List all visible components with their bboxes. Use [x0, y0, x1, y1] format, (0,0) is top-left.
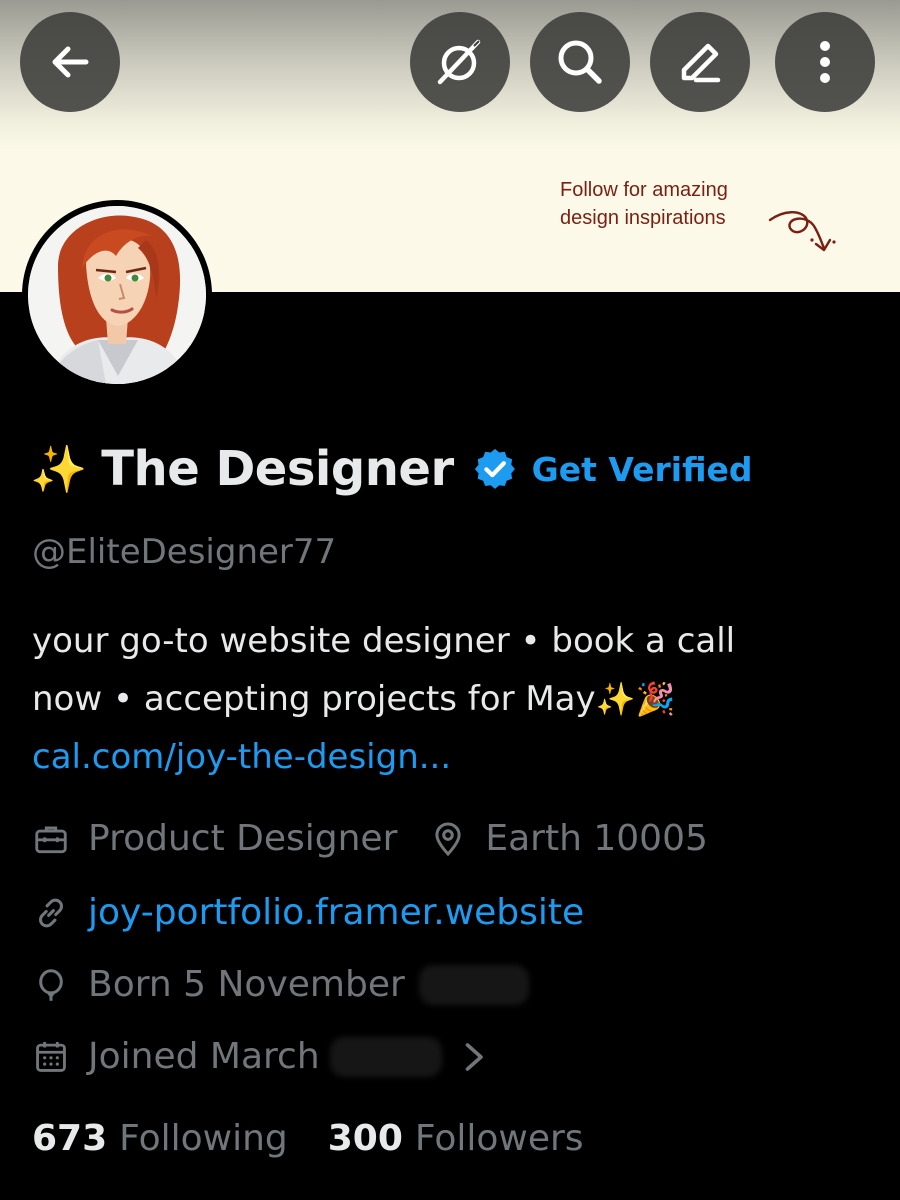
avatar-image: [28, 206, 206, 384]
followers-stat[interactable]: 300 Followers: [328, 1118, 584, 1159]
following-label: Following: [119, 1118, 288, 1159]
profile-page: Follow for amazing design inspirations ✨…: [0, 0, 900, 1200]
birthday-row: Born 5 November: [32, 964, 529, 1005]
search-icon: [558, 40, 602, 84]
birthday-text: Born 5 November: [88, 964, 405, 1005]
bio-line-1: your go-to website designer • book a cal…: [32, 621, 736, 661]
sparkles-emoji: ✨: [30, 442, 88, 496]
banner-note: Follow for amazing design inspirations: [560, 176, 728, 232]
website-row: joy-portfolio.framer.website: [32, 892, 584, 933]
location-pin-icon: [435, 821, 461, 856]
following-stat[interactable]: 673 Following: [32, 1118, 288, 1159]
bio-line-2: now • accepting projects for May✨🎉: [32, 670, 882, 728]
briefcase-icon: [35, 825, 67, 853]
avatar[interactable]: [22, 200, 212, 390]
location-text: Earth 10005: [485, 818, 708, 859]
redacted-join-year: [329, 1036, 442, 1077]
get-verified-link[interactable]: Get Verified: [532, 450, 753, 489]
calendar-icon: [36, 1041, 66, 1072]
balloon-icon: [39, 968, 63, 1001]
banner-note-line-1: Follow for amazing: [560, 179, 728, 201]
grok-button[interactable]: [410, 12, 510, 112]
joined-text: Joined March: [88, 1036, 320, 1077]
followers-count: 300: [327, 1118, 403, 1159]
following-count: 673: [32, 1118, 108, 1159]
back-button[interactable]: [20, 12, 120, 112]
display-name: The Designer: [101, 441, 454, 497]
bio-emojis: ✨🎉: [595, 680, 676, 718]
website-link[interactable]: joy-portfolio.framer.website: [88, 892, 584, 933]
follow-stats: 673 Following 300 Followers: [32, 1118, 584, 1159]
banner-note-line-2: design inspirations: [560, 207, 726, 229]
more-options-button[interactable]: [775, 12, 875, 112]
followers-label: Followers: [414, 1118, 584, 1159]
link-icon: [39, 898, 63, 927]
chevron-right-icon: [465, 1042, 483, 1071]
profile-handle: @EliteDesigner77: [32, 532, 337, 572]
redacted-birth-year: [418, 964, 529, 1005]
search-button[interactable]: [530, 12, 630, 112]
profession-location-row: Product Designer Earth 10005: [32, 818, 708, 859]
verified-badge-icon[interactable]: [472, 446, 518, 492]
arrow-left-icon: [52, 46, 89, 78]
grok-icon: [437, 39, 481, 85]
curly-arrow-icon: [768, 211, 836, 252]
profile-bio: your go-to website designer • book a cal…: [32, 612, 882, 786]
edit-button[interactable]: [650, 12, 750, 112]
bio-line-2-text: now • accepting projects for May: [32, 679, 596, 719]
bio-link[interactable]: cal.com/joy-the-design...: [32, 728, 882, 786]
profession-text: Product Designer: [88, 818, 398, 859]
joined-row[interactable]: Joined March: [32, 1036, 490, 1077]
vertical-dots-icon: [820, 41, 830, 83]
profile-name-row: ✨ The Designer Get Verified: [30, 434, 753, 504]
pencil-icon: [681, 43, 721, 83]
